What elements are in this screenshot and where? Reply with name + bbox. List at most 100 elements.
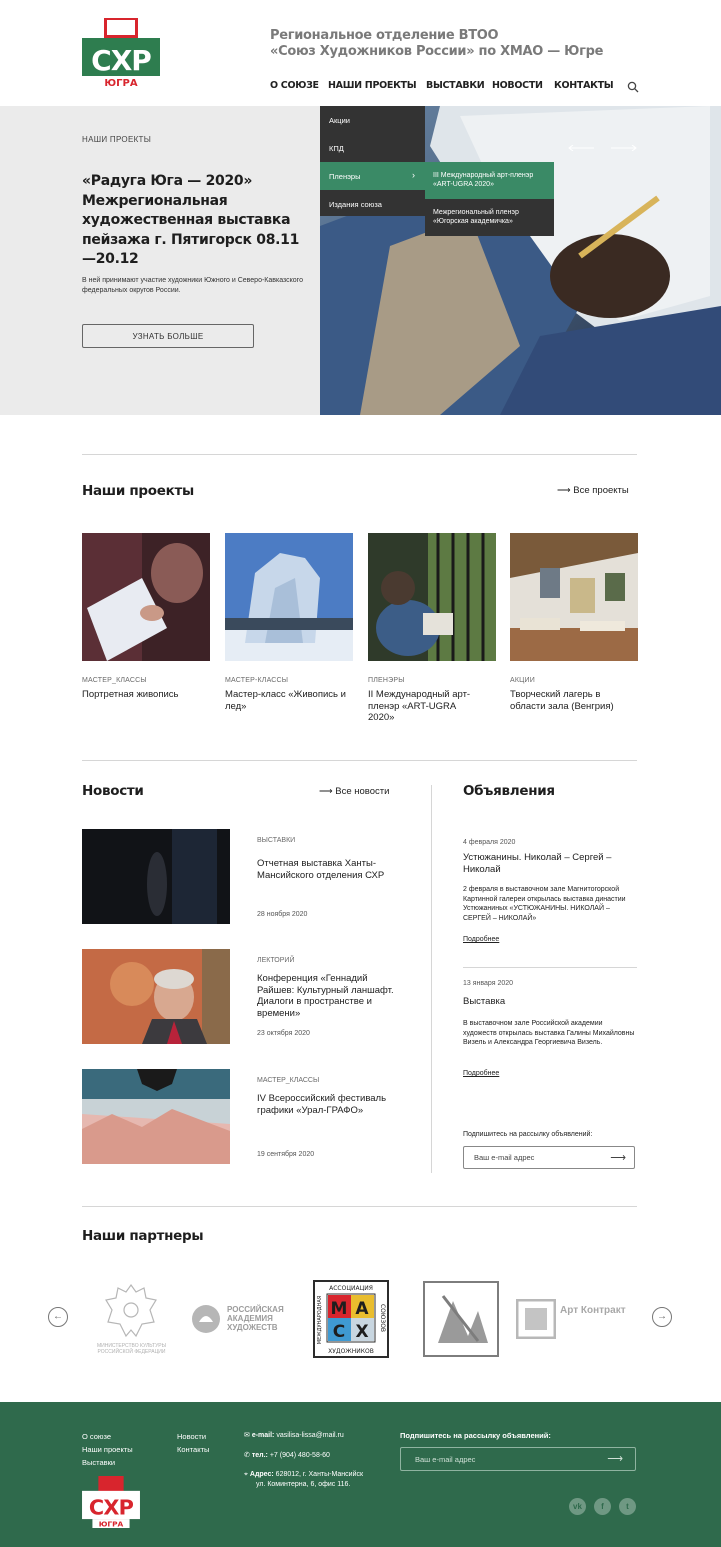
phone-label: тел.:	[251, 1452, 268, 1459]
footer-email[interactable]: ✉ e-mail: vasilisa-lissa@mail.ru	[244, 1431, 344, 1441]
arrow-right-icon: ⟶	[557, 485, 571, 496]
project-image-portrait[interactable]	[82, 533, 210, 661]
project-image-ice[interactable]	[225, 533, 353, 661]
dropdown-item-promos[interactable]: Акции	[320, 106, 425, 134]
footer-logo[interactable]: СХР ЮГРА	[82, 1476, 140, 1529]
svg-text:СХР: СХР	[91, 44, 151, 77]
footer-link-contacts[interactable]: Контакты	[177, 1445, 209, 1454]
learn-more-button[interactable]: УЗНАТЬ БОЛЬШЕ	[82, 324, 254, 348]
project-name[interactable]: Портретная живопись	[82, 689, 210, 701]
footer-logo-sub-text: ЮГРА	[99, 1520, 124, 1528]
footer-link-projects[interactable]: Наши проекты	[82, 1445, 133, 1454]
all-projects-link[interactable]: ⟶ Все проекты	[557, 485, 629, 496]
announcement-email-input[interactable]: Ваш e-mail адрес ⟶	[463, 1146, 635, 1169]
nav-projects[interactable]: НАШИ ПРОЕКТЫ	[328, 80, 417, 91]
all-news-label: Все новости	[335, 786, 390, 797]
hero-description: В ней принимают участие художники Южного…	[82, 277, 303, 294]
news-item-title[interactable]: Отчетная выставка Ханты-Мансийского отде…	[257, 858, 407, 881]
announcement-title[interactable]: Устюжанины. Николай – Сергей – Николай	[463, 852, 613, 875]
partners-next-arrow-icon[interactable]: →	[652, 1307, 672, 1327]
partners-prev-arrow-icon[interactable]: ←	[48, 1307, 68, 1327]
masx-letter: С	[333, 1322, 345, 1342]
news-title: Новости	[82, 783, 144, 799]
facebook-icon[interactable]: f	[594, 1498, 611, 1515]
search-icon[interactable]	[627, 80, 639, 93]
project-image-plein-air[interactable]	[368, 533, 496, 661]
send-arrow-icon[interactable]: ⟶	[610, 1151, 626, 1164]
announcement-more-link[interactable]: Подробнее	[463, 1070, 499, 1077]
project-name[interactable]: II Международный арт-пленэр «ART-UGRA 20…	[368, 689, 483, 724]
academy-emblem-icon	[192, 1305, 220, 1333]
news-image[interactable]	[82, 949, 230, 1044]
news-item-title[interactable]: Конференция «Геннадий Райшев: Культурный…	[257, 973, 407, 1019]
footer-subscribe-label: Подпишитесь на рассылку объявлений:	[400, 1431, 551, 1440]
partner-logo-ministry[interactable]: МИНИСТЕРСТВО КУЛЬТУРЫ РОССИЙСКОЙ ФЕДЕРАЦ…	[84, 1280, 179, 1360]
project-category: МАСТЕР_КЛАССЫ	[82, 677, 147, 684]
address-label: Адрес:	[249, 1471, 274, 1478]
partner-name: Арт Контракт	[560, 1305, 626, 1316]
project-name[interactable]: Мастер-класс «Живопись и лед»	[225, 689, 353, 712]
nav-exhibitions[interactable]: ВЫСТАВКИ	[426, 80, 485, 91]
nav-contacts[interactable]: КОНТАКТЫ	[554, 80, 614, 91]
vk-icon[interactable]: vk	[569, 1498, 586, 1515]
partners-title: Наши партнеры	[82, 1228, 204, 1244]
divider	[463, 967, 637, 968]
submenu-item-art-ugra[interactable]: III Международный арт-пленэр «ART-UGRA 2…	[425, 162, 554, 199]
twitter-icon[interactable]: t	[619, 1498, 636, 1515]
dropdown-item-label: Пленэры	[329, 172, 361, 181]
partner-logo-art-contract[interactable]: Арт Контракт	[516, 1280, 631, 1360]
news-date: 28 ноября 2020	[257, 911, 308, 918]
hero-breadcrumb[interactable]: НАШИ ПРОЕКТЫ	[82, 135, 151, 144]
partner-logo-graphic-center[interactable]	[423, 1281, 499, 1357]
next-slide-arrow-icon[interactable]	[611, 138, 637, 152]
masx-left-text: МЕЖДУНАРОДНАЯ	[317, 1296, 323, 1345]
footer-link-exhibitions[interactable]: Выставки	[82, 1458, 115, 1467]
partner-name: МИНИСТЕРСТВО КУЛЬТУРЫ РОССИЙСКОЙ ФЕДЕРАЦ…	[96, 1343, 167, 1355]
news-image[interactable]	[82, 1069, 230, 1164]
footer-email-input[interactable]: Ваш e-mail адрес ⟶	[400, 1447, 636, 1471]
column-divider	[431, 785, 432, 1173]
news-category: МАСТЕР_КЛАССЫ	[257, 1077, 320, 1084]
partner-logo-academy[interactable]: РОССИЙСКАЯ АКАДЕМИЯ ХУДОЖЕСТВ	[191, 1280, 291, 1360]
location-pin-icon: ⌖	[244, 1471, 248, 1478]
footer-address: ⌖ Адрес: 628012, г. Ханты-Мансийск ул. К…	[244, 1470, 363, 1489]
site-logo[interactable]: СХР ЮГРА	[82, 18, 160, 89]
footer-link-news[interactable]: Новости	[177, 1432, 206, 1441]
mail-icon: ✉	[244, 1432, 250, 1439]
send-arrow-icon[interactable]: ⟶	[607, 1452, 623, 1465]
divider	[82, 760, 637, 761]
announcement-title[interactable]: Выставка	[463, 996, 633, 1008]
announcement-text: В выставочном зале Российской академии х…	[463, 1020, 635, 1046]
masx-bottom-text: ХУДОЖНИКОВ	[328, 1348, 374, 1355]
news-category: ВЫСТАВКИ	[257, 837, 296, 844]
submenu-item-ugra-academy[interactable]: Межрегиональный пленэр «Югорская академи…	[425, 199, 554, 236]
all-news-link[interactable]: ⟶ Все новости	[319, 786, 389, 797]
partner-name: РОССИЙСКАЯ АКАДЕМИЯ ХУДОЖЕСТВ	[227, 1305, 284, 1332]
masx-top-text: АССОЦИАЦИЯ	[329, 1285, 373, 1292]
footer-phone[interactable]: ✆ тел.: +7 (904) 480-58-60	[244, 1451, 330, 1461]
footer-link-about[interactable]: О союзе	[82, 1432, 111, 1441]
news-image[interactable]	[82, 829, 230, 924]
dropdown-item-publications[interactable]: Издания союза	[320, 190, 425, 218]
dropdown-item-kpd[interactable]: КПД	[320, 134, 425, 162]
partner-logo-masx[interactable]: М А С Х АССОЦИАЦИЯ ХУДОЖНИКОВ СОЮЗОВ МЕЖ…	[313, 1280, 389, 1358]
all-projects-label: Все проекты	[573, 485, 629, 496]
svg-text:СХР: СХР	[89, 1496, 134, 1520]
masx-letter: А	[355, 1299, 369, 1319]
nav-about[interactable]: О СОЮЗЕ	[270, 80, 319, 91]
project-image-camp[interactable]	[510, 533, 638, 661]
announcement-subscribe-label: Подпишитесь на рассылку объявлений:	[463, 1131, 593, 1138]
nav-news[interactable]: НОВОСТИ	[492, 80, 543, 91]
dropdown-item-plein-air[interactable]: Пленэры ›	[320, 162, 425, 190]
address-line2: ул. Коминтерна, 6, офис 116.	[256, 1480, 351, 1488]
logo-graphic: СХР ЮГРА	[82, 18, 160, 89]
email-placeholder: Ваш e-mail адрес	[415, 1455, 476, 1464]
news-item-title[interactable]: IV Всероссийский фестиваль графики «Урал…	[257, 1093, 407, 1116]
divider	[82, 454, 637, 455]
prev-slide-arrow-icon[interactable]	[568, 138, 594, 152]
phone-icon: ✆	[244, 1452, 250, 1459]
plein-air-submenu: III Международный арт-пленэр «ART-UGRA 2…	[425, 162, 554, 236]
announcement-more-link[interactable]: Подробнее	[463, 936, 499, 943]
masx-letter: М	[331, 1299, 348, 1319]
project-name[interactable]: Творческий лагерь в области зала (Венгри…	[510, 689, 625, 712]
